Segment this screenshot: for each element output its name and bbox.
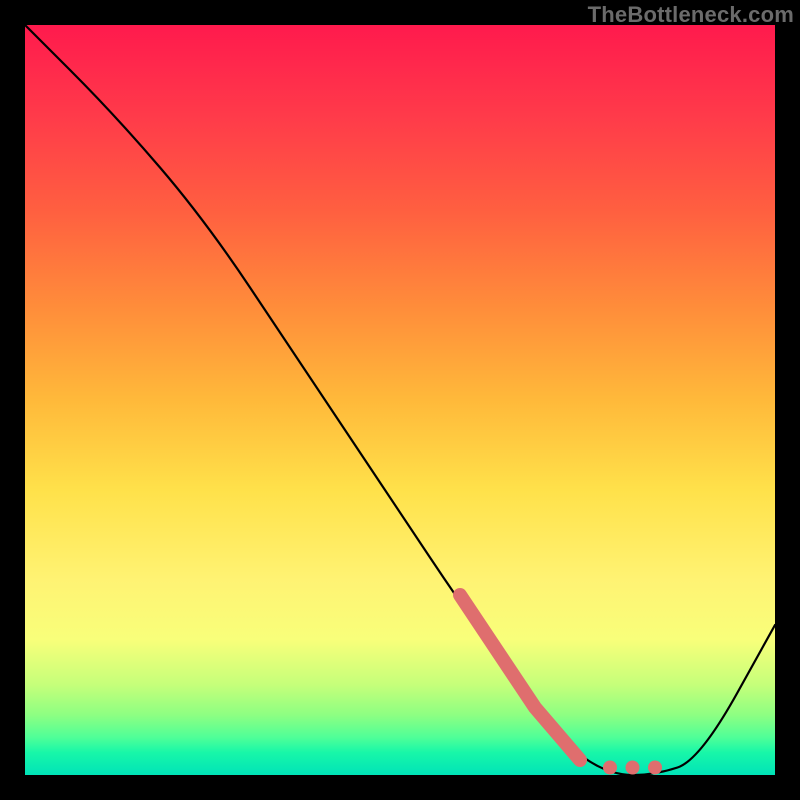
- chart-frame: TheBottleneck.com: [0, 0, 800, 800]
- chart-plot-area: [25, 25, 775, 775]
- highlight-dot: [648, 761, 662, 775]
- highlight-dot: [626, 761, 640, 775]
- bottleneck-curve-path: [25, 25, 775, 775]
- chart-overlay-svg: [25, 25, 775, 775]
- highlight-dots: [603, 761, 662, 775]
- highlight-dot: [603, 761, 617, 775]
- highlight-segment-path: [460, 595, 580, 760]
